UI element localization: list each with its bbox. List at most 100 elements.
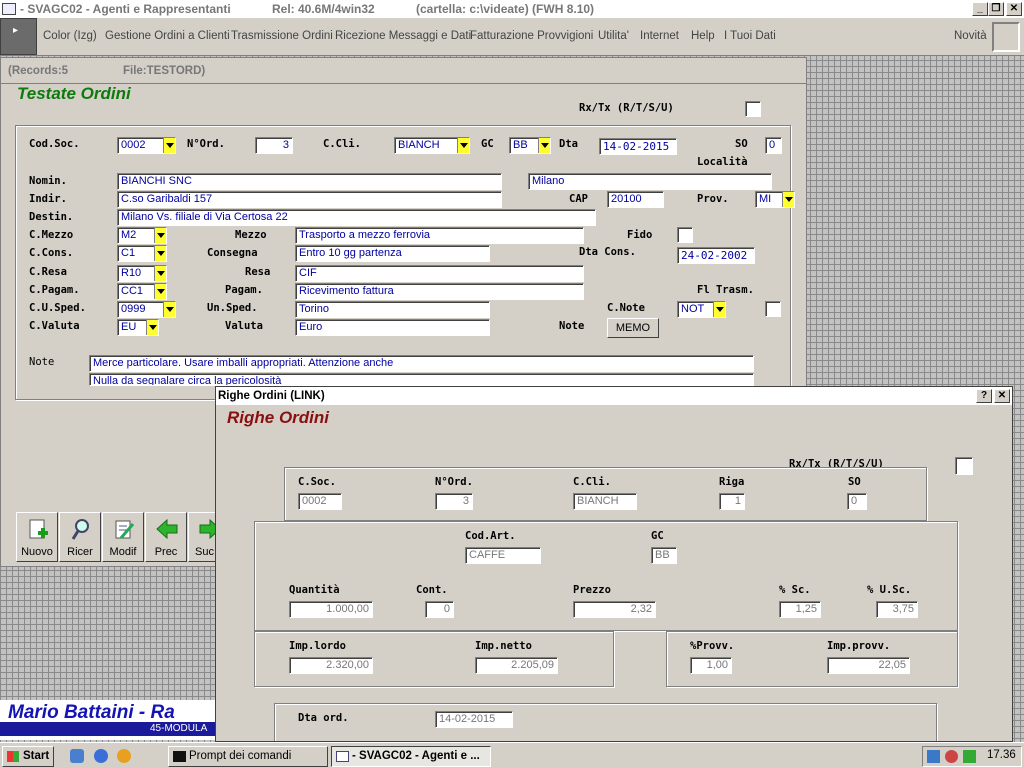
- chevron-down-icon[interactable]: [154, 266, 166, 281]
- dlg-dtaord-field[interactable]: 14-02-2015: [435, 711, 513, 728]
- dlg-nord-field[interactable]: 3: [435, 493, 473, 510]
- dlg-usc-field[interactable]: 3,75: [876, 601, 918, 618]
- chevron-down-icon[interactable]: [782, 192, 794, 207]
- quicklaunch-desktop-icon[interactable]: [70, 749, 84, 763]
- minimize-icon[interactable]: _: [972, 2, 988, 16]
- note-line-1[interactable]: Merce particolare. Usare imballi appropr…: [89, 355, 754, 372]
- consegna-field[interactable]: Entro 10 gg partenza: [295, 245, 490, 262]
- menu-internet[interactable]: Internet: [640, 30, 679, 42]
- indir-label: Indir.: [29, 193, 67, 205]
- dlg-csoc-label: C.Soc.: [298, 476, 336, 488]
- cvaluta-combo[interactable]: EU: [117, 319, 159, 336]
- dlg-rxtx-checkbox[interactable]: [955, 457, 973, 475]
- note-line-2[interactable]: Nulla da segnalare circa la pericolosità: [89, 373, 754, 386]
- nuovo-button[interactable]: Nuovo: [16, 512, 58, 562]
- window-title-bar[interactable]: - SVAGC02 - Agenti e Rappresentanti Rel:…: [0, 0, 1024, 18]
- quicklaunch-media-icon[interactable]: [117, 749, 131, 763]
- menu-trasmissione-ordini[interactable]: Trasmissione Ordini: [231, 30, 333, 42]
- unsped-field[interactable]: Torino: [295, 301, 490, 318]
- dlg-gc-field[interactable]: BB: [651, 547, 677, 564]
- chevron-down-icon[interactable]: [538, 138, 550, 153]
- menu-gestione-ordini[interactable]: Gestione Ordini a Clienti: [105, 30, 230, 42]
- indir-field[interactable]: C.so Garibaldi 157: [117, 191, 502, 208]
- cmezzo-combo[interactable]: M2: [117, 227, 167, 244]
- dlg-impprovv-field[interactable]: 22,05: [827, 657, 910, 674]
- valuta-field[interactable]: Euro: [295, 319, 490, 336]
- dlg-quantita-field[interactable]: 1.000,00: [289, 601, 373, 618]
- clock[interactable]: 17.36: [987, 749, 1016, 761]
- menu-help[interactable]: Help: [691, 30, 715, 42]
- toolbar-box[interactable]: [992, 22, 1020, 52]
- menu-novita[interactable]: Novità: [954, 30, 987, 42]
- chevron-down-icon[interactable]: [154, 246, 166, 261]
- close-icon[interactable]: ✕: [994, 389, 1010, 403]
- chevron-down-icon[interactable]: [713, 302, 725, 317]
- prec-button[interactable]: Prec: [145, 512, 187, 562]
- ccons-combo[interactable]: C1: [117, 245, 167, 262]
- gc-combo[interactable]: BB: [509, 137, 551, 154]
- cap-field[interactable]: 20100: [607, 191, 664, 208]
- fltrasm-checkbox[interactable]: [765, 301, 781, 317]
- codsoc-combo[interactable]: 0002: [117, 137, 176, 154]
- rxtx-checkbox[interactable]: [745, 101, 761, 117]
- shield-icon[interactable]: [963, 750, 976, 763]
- dlg-implordo-field[interactable]: 2.320,00: [289, 657, 373, 674]
- chevron-down-icon[interactable]: [146, 320, 158, 335]
- network-icon[interactable]: [927, 750, 940, 763]
- menu-tuoi-dati[interactable]: I Tuoi Dati: [724, 30, 776, 42]
- pagam-field[interactable]: Ricevimento fattura: [295, 283, 584, 300]
- fido-label: Fido: [627, 229, 653, 241]
- chevron-down-icon[interactable]: [154, 228, 166, 243]
- dlg-quantita-label: Quantità: [289, 584, 340, 596]
- start-button[interactable]: Start: [2, 746, 54, 767]
- modif-button[interactable]: Modif: [102, 512, 144, 562]
- ricer-button[interactable]: Ricer: [59, 512, 101, 562]
- security-icon[interactable]: [945, 750, 958, 763]
- fido-checkbox[interactable]: [677, 227, 693, 243]
- cusped-combo[interactable]: 0999: [117, 301, 176, 318]
- dlg-ccli-field[interactable]: BIANCH: [573, 493, 637, 510]
- dlg-codart-field[interactable]: CAFFE: [465, 547, 541, 564]
- dlg-cont-field[interactable]: 0: [425, 601, 454, 618]
- menu-ricezione-messaggi[interactable]: Ricezione Messaggi e Dati: [335, 30, 471, 42]
- dlg-sc-field[interactable]: 1,25: [779, 601, 821, 618]
- memo-button[interactable]: MEMO: [607, 318, 659, 338]
- cnote-combo[interactable]: NOT: [677, 301, 726, 318]
- localita-field[interactable]: Milano: [528, 173, 772, 190]
- menu-utilita[interactable]: Utilita': [598, 30, 629, 42]
- close-icon[interactable]: ✕: [1006, 2, 1022, 16]
- menu-fatturazione-provvigioni[interactable]: Fatturazione Provvigioni: [470, 30, 593, 42]
- quicklaunch-ie-icon[interactable]: [94, 749, 108, 763]
- suc-button[interactable]: Suc: [188, 512, 218, 562]
- mezzo-field[interactable]: Trasporto a mezzo ferrovia: [295, 227, 584, 244]
- cresa-combo[interactable]: R10: [117, 265, 167, 282]
- so-field[interactable]: 0: [765, 137, 782, 154]
- resa-field[interactable]: CIF: [295, 265, 584, 282]
- nord-field[interactable]: 3: [255, 137, 293, 154]
- chevron-down-icon[interactable]: [163, 302, 175, 317]
- chevron-down-icon[interactable]: [154, 284, 166, 299]
- chevron-down-icon[interactable]: [163, 138, 175, 153]
- ccli-combo[interactable]: BIANCH: [394, 137, 470, 154]
- system-menu-icon[interactable]: ▸: [0, 18, 37, 55]
- dlg-csoc-field[interactable]: 0002: [298, 493, 342, 510]
- dlg-provv-field[interactable]: 1,00: [690, 657, 732, 674]
- dialog-title-bar[interactable]: Righe Ordini (LINK) ? ✕: [216, 387, 1012, 405]
- nomin-field[interactable]: BIANCHI SNC: [117, 173, 502, 190]
- dlg-impnetto-field[interactable]: 2.205,09: [475, 657, 558, 674]
- dlg-so-field[interactable]: 0: [847, 493, 867, 510]
- restore-icon[interactable]: ❐: [988, 2, 1004, 16]
- dtacons-field[interactable]: 24-02-2002: [677, 247, 755, 264]
- destin-field[interactable]: Milano Vs. filiale di Via Certosa 22: [117, 209, 596, 226]
- chevron-down-icon[interactable]: [457, 138, 469, 153]
- dlg-prezzo-field[interactable]: 2,32: [573, 601, 656, 618]
- cpagam-combo[interactable]: CC1: [117, 283, 167, 300]
- task-svagc02[interactable]: - SVAGC02 - Agenti e ...: [331, 746, 491, 767]
- help-icon[interactable]: ?: [976, 389, 992, 403]
- dta-field[interactable]: 14-02-2015: [599, 138, 677, 155]
- dlg-prezzo-label: Prezzo: [573, 584, 611, 596]
- task-prompt[interactable]: Prompt dei comandi: [168, 746, 328, 767]
- menu-color[interactable]: Color (Izg): [43, 30, 97, 42]
- prov-combo[interactable]: MI: [755, 191, 795, 208]
- dlg-riga-field[interactable]: 1: [719, 493, 745, 510]
